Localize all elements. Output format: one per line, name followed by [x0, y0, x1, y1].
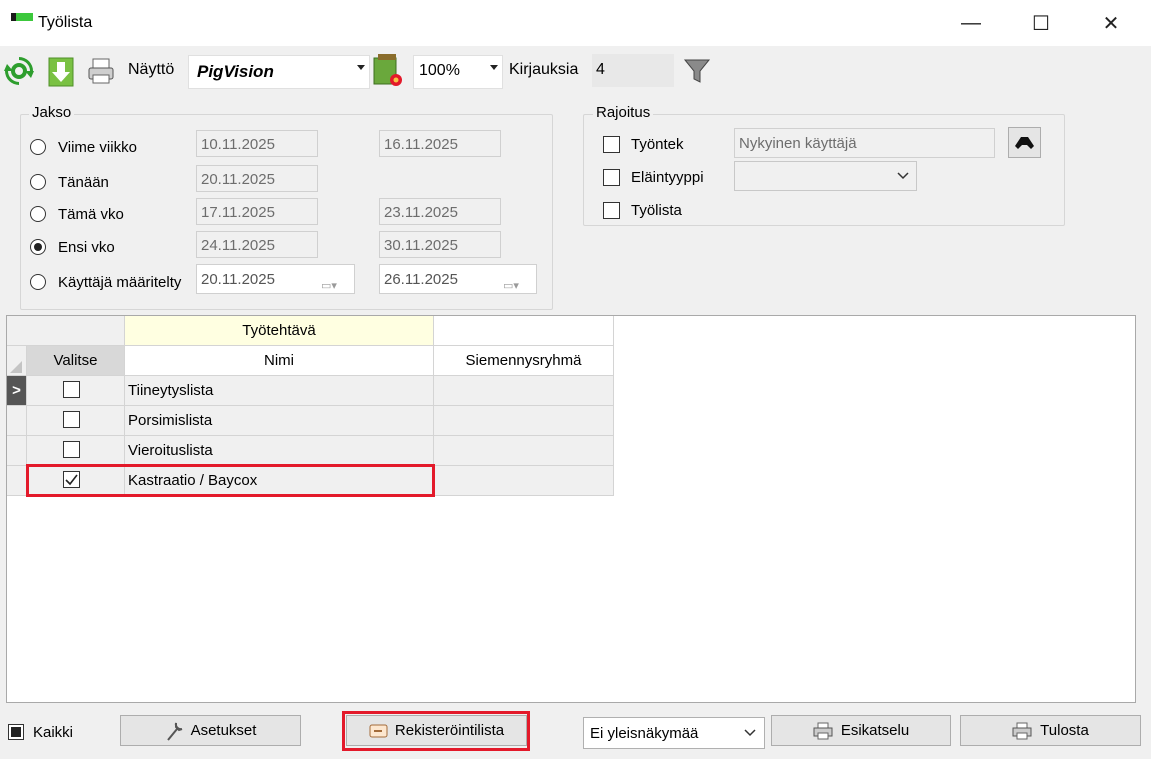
- preview-button-label: Esikatselu: [840, 722, 910, 739]
- row-header: [7, 436, 27, 466]
- group-header-empty: [434, 316, 614, 346]
- display-select[interactable]: PigVision: [188, 55, 370, 89]
- column-header-select[interactable]: Valitse: [27, 346, 125, 376]
- animal-type-label: Eläintyyppi: [631, 169, 704, 186]
- row-group[interactable]: [434, 376, 614, 406]
- minimize-button[interactable]: —: [948, 2, 994, 44]
- zoom-value: 100%: [419, 62, 460, 79]
- radio-today[interactable]: [30, 174, 46, 190]
- records-count: 4: [596, 61, 605, 78]
- this-week-to: 23.11.2025: [379, 198, 501, 225]
- animal-type-select[interactable]: [734, 161, 917, 191]
- grid-corner: [7, 346, 27, 376]
- radio-last-week[interactable]: [30, 139, 46, 155]
- display-label: Näyttö: [128, 61, 175, 78]
- last-week-from: 10.11.2025: [196, 130, 318, 157]
- next-week-to: 30.11.2025: [379, 231, 501, 258]
- employee-select-button[interactable]: [1008, 127, 1041, 158]
- row-select-cell[interactable]: [27, 406, 125, 436]
- highlight-box-row: [26, 464, 435, 497]
- view-select[interactable]: Ei yleisnäkymää: [583, 717, 765, 749]
- row-group[interactable]: [434, 466, 614, 496]
- row-checkbox[interactable]: [63, 381, 80, 398]
- print-button[interactable]: Tulosta: [960, 715, 1141, 746]
- print-button-label: Tulosta: [1040, 722, 1089, 739]
- restriction-group-title: Rajoitus: [593, 104, 654, 121]
- preview-button[interactable]: Esikatselu: [771, 715, 951, 746]
- chevron-down-icon: [897, 172, 909, 180]
- task-grid: Työtehtävä Valitse Nimi Siemennysryhmä >…: [6, 315, 1136, 703]
- employee-field: Nykyinen käyttäjä: [734, 128, 995, 158]
- wrench-icon: [166, 722, 182, 741]
- print-icon[interactable]: [86, 56, 116, 86]
- radio-last-week-label: Viime viikko: [58, 139, 137, 156]
- custom-from-date: 20.11.2025: [201, 271, 275, 288]
- worklist-label: Työlista: [631, 202, 682, 219]
- row-pointer: >: [7, 376, 27, 406]
- print-preview-icon: [813, 722, 833, 739]
- row-group[interactable]: [434, 406, 614, 436]
- settings-button[interactable]: Asetukset: [120, 715, 301, 746]
- row-name[interactable]: Vieroituslista: [125, 436, 434, 466]
- last-week-to: 16.11.2025: [379, 130, 501, 157]
- row-name[interactable]: Porsimislista: [125, 406, 434, 436]
- row-checkbox[interactable]: [63, 411, 80, 428]
- radio-custom[interactable]: [30, 274, 46, 290]
- next-week-from: 24.11.2025: [196, 231, 318, 258]
- app-icon: [11, 13, 33, 21]
- calendar-icon[interactable]: ▭▾: [321, 271, 349, 292]
- radio-custom-label: Käyttäjä määritelty: [58, 274, 182, 291]
- animal-type-checkbox[interactable]: [603, 169, 620, 186]
- select-all-corner-icon[interactable]: [9, 360, 23, 374]
- chevron-down-icon: [744, 729, 756, 737]
- this-week-from: 17.11.2025: [196, 198, 318, 225]
- row-name[interactable]: Tiineytyslista: [125, 376, 434, 406]
- row-group[interactable]: [434, 436, 614, 466]
- settings-button-label: Asetukset: [190, 722, 257, 739]
- radio-this-week-label: Tämä vko: [58, 206, 124, 223]
- title-bar: Työlista — ☐ ✕: [0, 0, 1151, 46]
- binoculars-icon: [1015, 137, 1034, 149]
- highlight-box-button: [342, 711, 530, 751]
- filter-icon[interactable]: [682, 56, 712, 86]
- calendar-icon[interactable]: ▭▾: [503, 271, 531, 292]
- row-header: [7, 466, 27, 496]
- row-select-cell[interactable]: [27, 376, 125, 406]
- row-checkbox[interactable]: [63, 441, 80, 458]
- all-checkbox[interactable]: [8, 724, 24, 740]
- column-header-insemination-group[interactable]: Siemennysryhmä: [434, 346, 614, 376]
- refresh-icon[interactable]: [4, 56, 34, 86]
- records-count-field: 4: [592, 54, 674, 87]
- zoom-select[interactable]: 100%: [413, 55, 503, 89]
- period-group-title: Jakso: [29, 104, 75, 121]
- worklist-checkbox[interactable]: [603, 202, 620, 219]
- group-header: Työtehtävä: [125, 316, 434, 346]
- download-icon[interactable]: [46, 56, 76, 87]
- records-label: Kirjauksia: [509, 61, 579, 78]
- radio-this-week[interactable]: [30, 206, 46, 222]
- row-header: [7, 406, 27, 436]
- custom-to-date: 26.11.2025: [384, 271, 458, 288]
- chevron-down-icon: [357, 65, 365, 70]
- radio-next-week-label: Ensi vko: [58, 239, 115, 256]
- grid-corner-top: [7, 316, 125, 346]
- maximize-button[interactable]: ☐: [1018, 2, 1064, 44]
- window-title: Työlista: [38, 14, 93, 31]
- display-value: PigVision: [197, 62, 274, 81]
- view-select-value: Ei yleisnäkymää: [590, 725, 699, 742]
- print-icon: [1012, 722, 1032, 739]
- custom-to-picker[interactable]: 26.11.2025 ▭▾: [379, 264, 537, 294]
- custom-from-picker[interactable]: 20.11.2025 ▭▾: [196, 264, 355, 294]
- row-select-cell[interactable]: [27, 436, 125, 466]
- column-header-name[interactable]: Nimi: [125, 346, 434, 376]
- settings-gear-icon[interactable]: [372, 54, 404, 88]
- today-date: 20.11.2025: [196, 165, 318, 192]
- radio-next-week[interactable]: [30, 239, 46, 255]
- chevron-down-icon: [490, 65, 498, 70]
- employee-label: Työntek: [631, 136, 684, 153]
- all-label: Kaikki: [33, 724, 74, 741]
- radio-today-label: Tänään: [58, 174, 109, 191]
- employee-checkbox[interactable]: [603, 136, 620, 153]
- close-button[interactable]: ✕: [1088, 2, 1134, 44]
